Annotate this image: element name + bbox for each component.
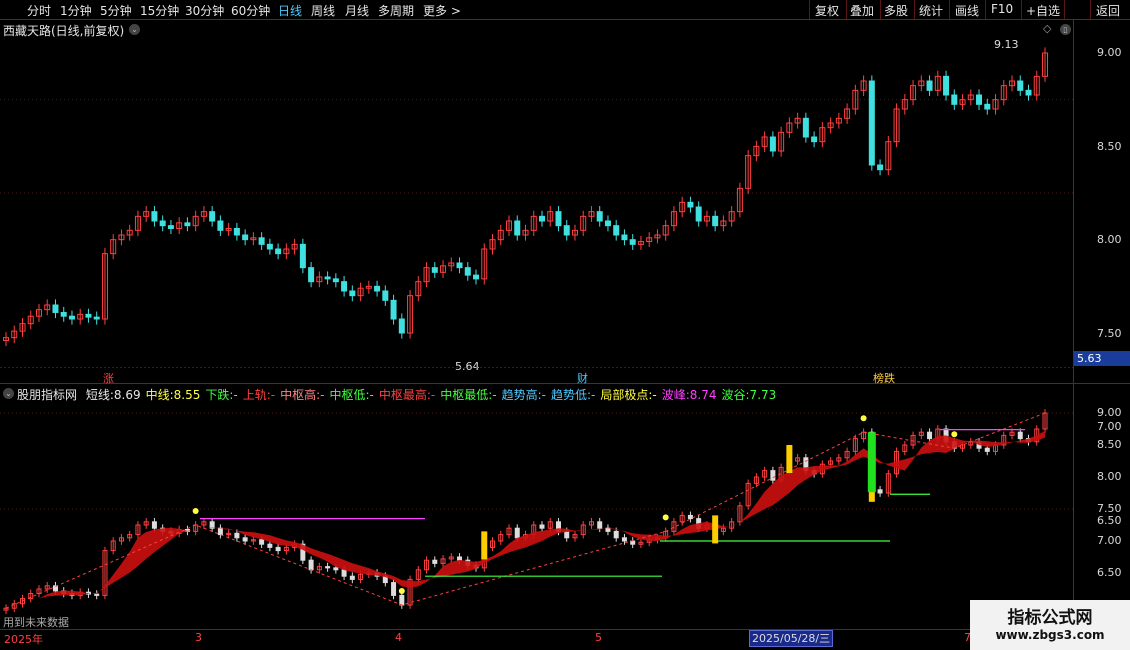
candle-body <box>68 315 75 320</box>
pivot-marker <box>398 588 405 594</box>
pivot-marker <box>192 508 199 514</box>
candle-body <box>687 201 694 208</box>
pivot-marker <box>860 415 867 422</box>
candle-body <box>769 136 776 152</box>
candle-body <box>324 276 331 280</box>
candle-body <box>604 220 611 227</box>
candle-body <box>233 227 240 236</box>
pivot-marker <box>951 431 958 438</box>
candle-body <box>93 316 100 320</box>
indicator-body <box>259 539 265 545</box>
indicator-body <box>94 593 100 596</box>
indicator-body <box>877 489 883 494</box>
candle-body <box>341 281 348 292</box>
indicator-body <box>325 566 331 569</box>
candle-body <box>621 234 628 241</box>
indicator-body <box>341 569 347 577</box>
indicator-body <box>770 470 776 481</box>
candle-body <box>456 262 463 269</box>
candle-body <box>431 267 438 273</box>
candle-body <box>349 290 356 297</box>
candle-body <box>275 248 282 255</box>
indicator-body <box>267 543 273 548</box>
indicator-body <box>349 575 355 580</box>
candle-body <box>563 225 570 236</box>
candle-body <box>151 211 158 222</box>
candle-body <box>382 290 389 301</box>
candle-body <box>464 267 471 276</box>
indicator-body <box>234 532 240 539</box>
candle-body <box>1025 89 1032 96</box>
pivot-marker <box>662 514 669 521</box>
indicator-body <box>399 594 405 606</box>
candle-body <box>167 225 174 229</box>
indicator-body <box>391 582 397 596</box>
candle-body <box>209 211 216 222</box>
candle-body <box>877 164 884 171</box>
candle-body <box>374 285 381 292</box>
indicator-body <box>151 521 157 529</box>
candle-body <box>984 103 991 110</box>
trend-band <box>6 430 1045 609</box>
candle-body <box>390 299 397 320</box>
candle-body <box>802 117 809 138</box>
candle-body <box>538 215 545 222</box>
indicator-body <box>927 431 933 440</box>
candle-body <box>308 267 315 283</box>
candle-body <box>943 75 950 96</box>
candle-body <box>1017 80 1024 91</box>
chart-svg[interactable] <box>0 0 1130 650</box>
zigzag-line <box>5 412 1046 609</box>
candle-body <box>629 239 636 245</box>
indicator-body <box>687 514 693 520</box>
indicator-body <box>564 530 570 539</box>
indicator-body <box>1017 431 1023 440</box>
candle-body <box>258 237 265 245</box>
candle-body <box>951 94 958 105</box>
indicator-body <box>597 521 603 529</box>
indicator-body <box>275 546 281 552</box>
indicator-body <box>333 567 339 571</box>
highlight-bar <box>786 445 793 473</box>
candle-body <box>159 220 166 227</box>
candle-body <box>184 222 191 227</box>
candle-body <box>596 211 603 222</box>
candle-body <box>217 220 224 231</box>
candle-body <box>332 278 339 283</box>
candle-body <box>473 274 480 280</box>
indicator-body <box>514 527 520 539</box>
indicator-body <box>217 527 223 536</box>
indicator-body <box>308 559 314 571</box>
highlight-bar <box>481 531 488 560</box>
indicator-body <box>613 530 619 539</box>
candle-body <box>555 211 562 227</box>
candle-body <box>242 234 249 241</box>
candle-body <box>976 94 983 105</box>
candle-body <box>868 80 875 166</box>
candle-body <box>695 206 702 222</box>
candle-body <box>398 318 405 334</box>
candle-body <box>85 313 92 318</box>
candle-body <box>52 304 59 313</box>
candle-body <box>266 243 273 250</box>
candle-body <box>926 80 933 91</box>
candle-body <box>60 311 67 317</box>
indicator-body <box>539 524 545 529</box>
candle-body <box>299 243 306 269</box>
candle-body <box>514 220 521 236</box>
indicator-body <box>457 556 463 561</box>
candle-body <box>613 225 620 236</box>
indicator-body <box>432 559 438 564</box>
candle-body <box>712 215 719 227</box>
highlight-bar <box>712 515 719 544</box>
candle-body <box>811 136 818 143</box>
indicator-body <box>52 585 58 592</box>
highlight-bar-green <box>867 432 876 493</box>
indicator-body <box>242 537 248 542</box>
indicator-body <box>984 447 990 452</box>
indicator-body <box>621 537 627 542</box>
